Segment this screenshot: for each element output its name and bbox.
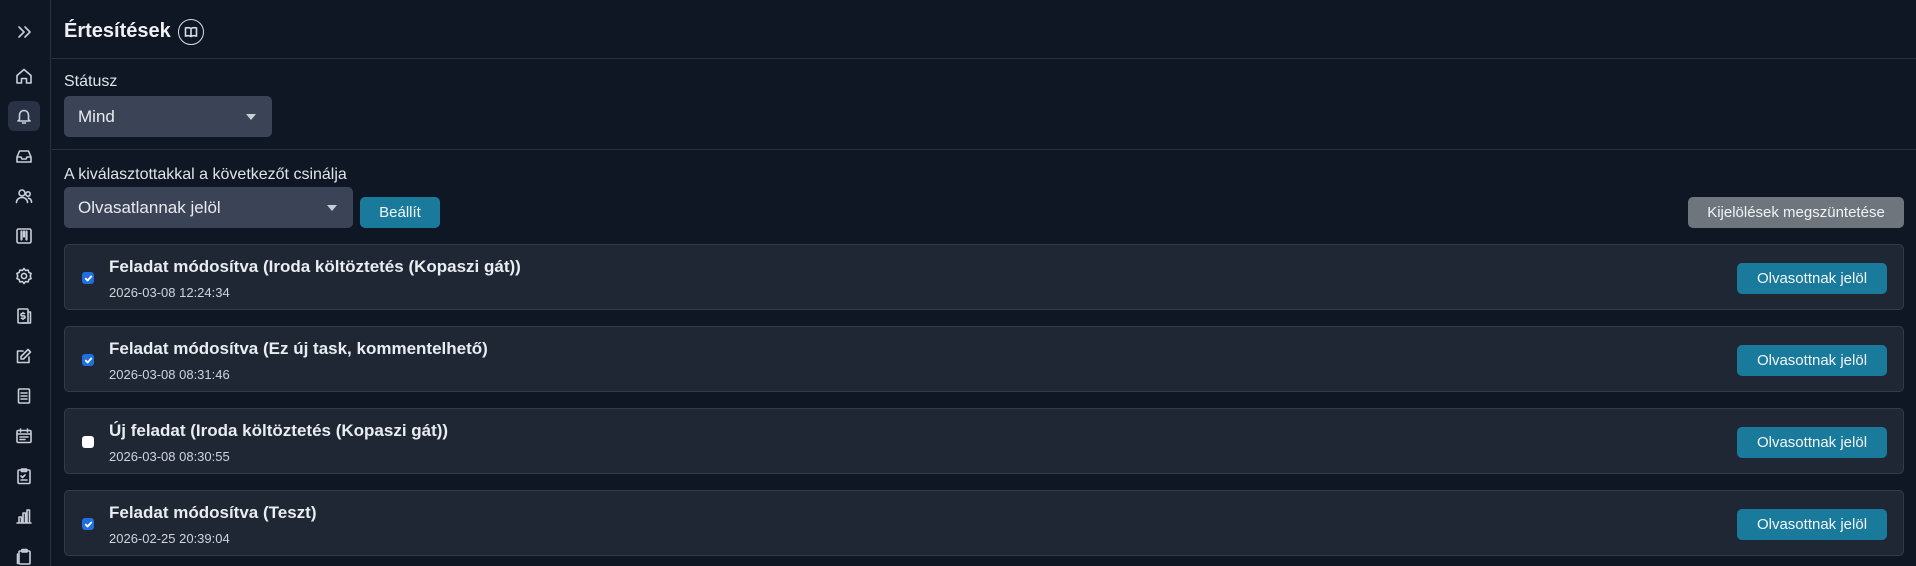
dollar-doc-icon (17, 308, 32, 324)
notification-item: Feladat módosítva (Ez új task, kommentel… (64, 326, 1904, 392)
bulk-action-label: A kiválasztottakkal a következőt csinálj… (64, 166, 347, 183)
inbox-icon (16, 150, 32, 163)
page-header: Értesítések (52, 0, 1916, 59)
book-icon (184, 26, 198, 38)
sidebar-item-board[interactable] (8, 221, 40, 251)
sidebar-item-calendar[interactable] (8, 421, 40, 451)
status-select[interactable]: Mind (64, 96, 272, 137)
sidebar-item-home[interactable] (8, 61, 40, 91)
sidebar-item-inbox[interactable] (8, 141, 40, 171)
chevron-down-icon (327, 204, 337, 211)
chevrons-right-icon (18, 26, 31, 38)
status-select-value: Mind (78, 106, 115, 126)
bar-chart-icon (16, 509, 32, 524)
kanban-icon (16, 228, 32, 244)
sidebar-item-settings[interactable] (8, 261, 40, 291)
app-root: Értesítések Státusz Mind A kiválasztotta… (0, 0, 1916, 566)
notification-date: 2026-03-08 08:31:46 (109, 367, 230, 382)
notification-date: 2026-03-08 12:24:34 (109, 285, 230, 300)
users-icon (15, 189, 33, 204)
chevron-down-icon (246, 113, 256, 120)
bulk-action-select-value: Olvasatlannak jelöl (78, 197, 221, 217)
notification-item: Feladat módosítva (Teszt) 2026-02-25 20:… (64, 490, 1904, 556)
checkmark-icon (84, 357, 92, 363)
sidebar-item-users[interactable] (8, 181, 40, 211)
sidebar-item-reports[interactable] (8, 501, 40, 531)
sidebar-item-notifications[interactable] (8, 101, 40, 131)
notification-checkbox[interactable] (82, 272, 94, 284)
checkmark-icon (84, 521, 92, 527)
main-content: Értesítések Státusz Mind A kiválasztotta… (52, 0, 1916, 566)
gear-icon (16, 267, 32, 285)
notification-date: 2026-03-08 08:30:55 (109, 449, 230, 464)
apply-button[interactable]: Beállít (360, 197, 440, 228)
page-title: Értesítések (64, 20, 171, 42)
filter-section: Státusz Mind (52, 60, 1916, 150)
clipboard-check-icon (17, 468, 31, 485)
document-icon (17, 388, 31, 404)
status-label: Státusz (64, 73, 118, 90)
mark-read-button[interactable]: Olvasottnak jelöl (1737, 263, 1887, 294)
clear-selection-button[interactable]: Kijelölések megszüntetése (1688, 197, 1904, 228)
clipboard-icon (16, 548, 31, 565)
notification-date: 2026-02-25 20:39:04 (109, 531, 230, 546)
edit-icon (16, 348, 32, 364)
help-button[interactable] (178, 19, 204, 45)
notification-checkbox[interactable] (82, 354, 94, 366)
calendar-icon (16, 428, 32, 444)
mark-read-button[interactable]: Olvasottnak jelöl (1737, 427, 1887, 458)
notification-title: Feladat módosítva (Ez új task, kommentel… (109, 339, 488, 358)
notification-title: Feladat módosítva (Teszt) (109, 503, 317, 522)
sidebar-item-checklist[interactable] (8, 461, 40, 491)
sidebar-item-finance[interactable] (8, 301, 40, 331)
home-icon (16, 68, 32, 84)
notification-checkbox[interactable] (82, 436, 94, 448)
sidebar (0, 0, 51, 566)
checkmark-icon (84, 275, 92, 281)
bulk-action-select[interactable]: Olvasatlannak jelöl (64, 187, 353, 228)
notification-item: Új feladat (Iroda költöztetés (Kopaszi g… (64, 408, 1904, 474)
sidebar-item-documents[interactable] (8, 381, 40, 411)
notification-title: Feladat módosítva (Iroda költöztetés (Ko… (109, 257, 521, 276)
bell-icon (17, 109, 31, 124)
mark-read-button[interactable]: Olvasottnak jelöl (1737, 509, 1887, 540)
sidebar-item-clipboard[interactable] (8, 541, 40, 566)
mark-read-button[interactable]: Olvasottnak jelöl (1737, 345, 1887, 376)
sidebar-item-edit[interactable] (8, 341, 40, 371)
sidebar-expand-button[interactable] (8, 17, 40, 47)
notification-title: Új feladat (Iroda költöztetés (Kopaszi g… (109, 421, 449, 440)
notification-item: Feladat módosítva (Iroda költöztetés (Ko… (64, 244, 1904, 310)
notification-checkbox[interactable] (82, 518, 94, 530)
